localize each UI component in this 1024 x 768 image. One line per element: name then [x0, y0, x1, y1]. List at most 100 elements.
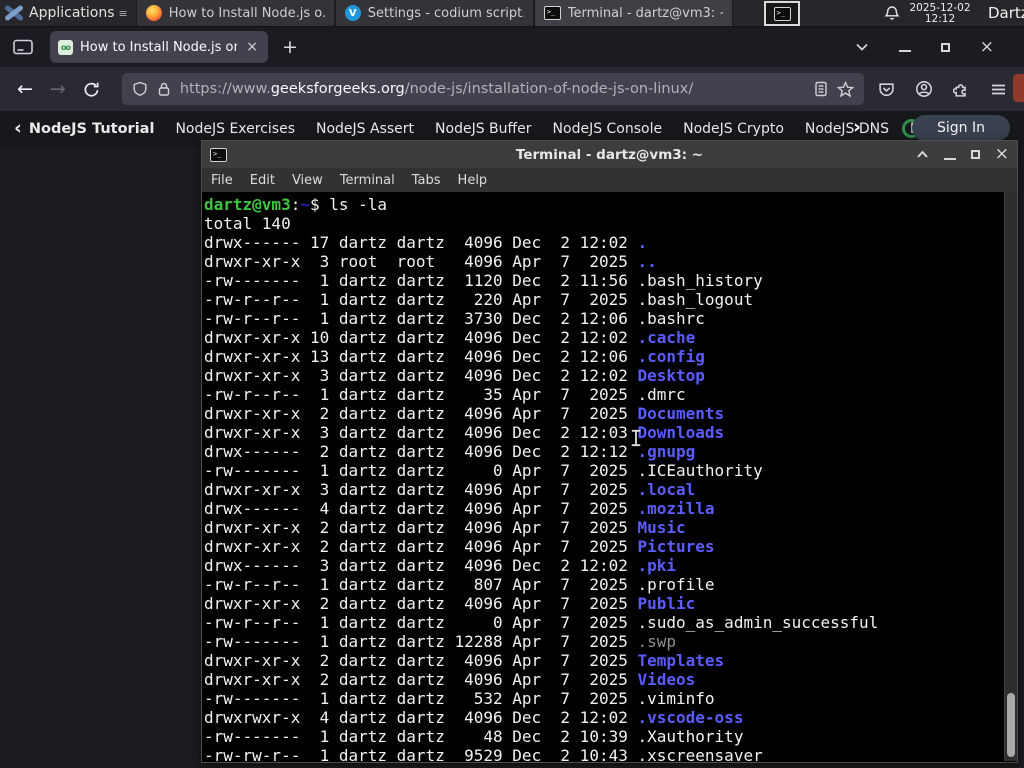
terminal-line: drwxr-xr-x 3 root root 4096 Apr 7 2025 .…: [204, 252, 657, 271]
browser-minimize-button[interactable]: [898, 42, 911, 52]
desktop: Applications ≡ How to Install Node.js o.…: [0, 0, 1024, 768]
terminal-icon: >_: [773, 6, 791, 21]
sign-in-button[interactable]: Sign In: [912, 115, 1010, 141]
terminal-window: >_ Terminal - dartz@vm3: ~ × File Edit V…: [201, 140, 1018, 763]
browser-tab[interactable]: oo How to Install Node.js on ×: [50, 31, 268, 63]
terminal-line: drwxr-xr-x 2 dartz dartz 4096 Apr 7 2025…: [204, 537, 715, 556]
url-scheme: https://www.: [179, 81, 271, 97]
menu-edit[interactable]: Edit: [250, 173, 275, 188]
terminal-launcher[interactable]: >_: [764, 1, 800, 26]
terminal-line: drwxr-xr-x 3 dartz dartz 4096 Apr 7 2025…: [204, 480, 696, 499]
site-link-dns[interactable]: NodeJS DNS: [805, 121, 889, 137]
panel-clock[interactable]: 2025-12-02 12:12: [902, 3, 978, 25]
panel-username[interactable]: Dartz: [988, 4, 1024, 22]
taskbar-button-codium[interactable]: V Settings - codium script...: [334, 0, 534, 26]
reader-mode-icon[interactable]: [814, 81, 828, 97]
terminal-line: -rw-r--r-- 1 dartz dartz 35 Apr 7 2025 .…: [204, 385, 686, 404]
top-panel: Applications ≡ How to Install Node.js o.…: [0, 0, 1024, 27]
menu-view[interactable]: View: [292, 173, 323, 188]
chevron-right-icon[interactable]: ›: [853, 116, 861, 138]
terminal-line: drwxr-xr-x 2 dartz dartz 4096 Apr 7 2025…: [204, 651, 725, 670]
menu-terminal[interactable]: Terminal: [340, 173, 395, 188]
terminal-line: drwxrwxr-x 4 dartz dartz 4096 Dec 2 12:0…: [204, 708, 744, 727]
url-path: /node-js/installation-of-node-js-on-linu…: [404, 81, 694, 97]
terminal-scrollbar-thumb[interactable]: [1007, 693, 1015, 757]
terminal-scrollbar[interactable]: [1004, 192, 1017, 761]
terminal-line: drwxr-xr-x 10 dartz dartz 4096 Dec 2 12:…: [204, 328, 696, 347]
reload-icon[interactable]: [83, 81, 100, 98]
firefox-view-icon[interactable]: [12, 38, 34, 56]
terminal-maximize-button[interactable]: [970, 150, 980, 159]
terminal-line: drwxr-xr-x 2 dartz dartz 4096 Apr 7 2025…: [204, 404, 725, 423]
site-link-exercises[interactable]: NodeJS Exercises: [175, 121, 295, 137]
terminal-line: drwxr-xr-x 3 dartz dartz 4096 Dec 2 12:0…: [204, 366, 705, 385]
url-text: https://www.geeksforgeeks.org/node-js/in…: [180, 81, 805, 97]
xfce-logo-icon: [5, 5, 23, 21]
terminal-icon: >_: [210, 147, 227, 162]
terminal-line: drwxr-xr-x 13 dartz dartz 4096 Dec 2 12:…: [204, 347, 705, 366]
lock-icon[interactable]: [157, 81, 171, 97]
edge-red-indicator: [1013, 74, 1024, 102]
terminal-output[interactable]: dartz@vm3:~$ ls -la total 140 drwx------ 1…: [204, 195, 1002, 761]
pocket-icon[interactable]: [878, 81, 895, 98]
chevron-left-icon: ‹: [14, 117, 22, 139]
tab-title: How to Install Node.js on: [80, 39, 238, 55]
navigation-toolbar: ← → https://www.geeksforgeeks.org/node-j…: [0, 67, 1024, 111]
site-link-buffer[interactable]: NodeJS Buffer: [435, 121, 532, 137]
url-bar[interactable]: https://www.geeksforgeeks.org/node-js/in…: [121, 73, 864, 105]
text-cursor: [630, 429, 642, 447]
terminal-close-button[interactable]: ×: [995, 146, 1009, 163]
codium-icon: V: [344, 5, 361, 21]
site-link-crypto[interactable]: NodeJS Crypto: [683, 121, 784, 137]
terminal-body: dartz@vm3:~$ ls -la total 140 drwx------ 1…: [202, 192, 1017, 761]
terminal-line: -rw------- 1 dartz dartz 1120 Dec 2 11:5…: [204, 271, 763, 290]
browser-maximize-button[interactable]: [940, 42, 950, 52]
back-button[interactable]: ←: [17, 78, 33, 100]
terminal-line: -rw-r--r-- 1 dartz dartz 0 Apr 7 2025 .s…: [204, 613, 879, 632]
clock-time: 12:12: [924, 13, 956, 25]
terminal-menubar: File Edit View Terminal Tabs Help: [202, 168, 1017, 192]
terminal-minimize-button[interactable]: [943, 157, 956, 160]
site-link-assert[interactable]: NodeJS Assert: [316, 121, 414, 137]
notification-bell-icon[interactable]: [884, 5, 900, 21]
geeksforgeeks-favicon: oo: [58, 39, 73, 55]
tab-close-icon[interactable]: ×: [244, 39, 260, 55]
terminal-line: -rw-r--r-- 1 dartz dartz 3730 Dec 2 12:0…: [204, 309, 705, 328]
terminal-line: -rw-r--r-- 1 dartz dartz 220 Apr 7 2025 …: [204, 290, 754, 309]
terminal-line: -rw------- 1 dartz dartz 0 Apr 7 2025 .I…: [204, 461, 763, 480]
terminal-line: -rw------- 1 dartz dartz 48 Dec 2 10:39 …: [204, 727, 744, 746]
applications-menu[interactable]: Applications ≡: [0, 0, 136, 26]
window-taskbar: How to Install Node.js o... V Settings -…: [135, 0, 733, 26]
shield-icon[interactable]: [132, 81, 148, 97]
applications-label: Applications: [29, 5, 115, 21]
terminal-line: drwx------ 4 dartz dartz 4096 Apr 7 2025…: [204, 499, 715, 518]
account-icon[interactable]: [915, 80, 933, 98]
menu-file[interactable]: File: [211, 173, 233, 188]
list-all-tabs-icon[interactable]: [855, 41, 869, 53]
nav-back-link[interactable]: ‹ NodeJS Tutorial: [14, 119, 154, 138]
terminal-titlebar[interactable]: >_ Terminal - dartz@vm3: ~ ×: [202, 141, 1017, 168]
forward-button: →: [49, 78, 66, 100]
terminal-line: -rw-r--r-- 1 dartz dartz 807 Apr 7 2025 …: [204, 575, 715, 594]
terminal-line: drwxr-xr-x 2 dartz dartz 4096 Apr 7 2025…: [204, 518, 686, 537]
bookmark-star-icon[interactable]: [836, 80, 854, 98]
new-tab-button[interactable]: +: [282, 36, 298, 58]
browser-close-button[interactable]: ×: [980, 38, 994, 56]
terminal-line: drwx------ 17 dartz dartz 4096 Dec 2 12:…: [204, 233, 648, 252]
terminal-icon: >_: [543, 6, 561, 20]
extensions-puzzle-icon[interactable]: [952, 81, 970, 98]
tab-bar: oo How to Install Node.js on × + ×: [0, 27, 1024, 67]
terminal-shade-button[interactable]: [916, 150, 929, 159]
terminal-line: drwxr-xr-x 2 dartz dartz 4096 Apr 7 2025…: [204, 594, 696, 613]
menu-tabs[interactable]: Tabs: [412, 173, 441, 188]
menu-lines-icon: ≡: [118, 6, 128, 20]
taskbar-button-firefox[interactable]: How to Install Node.js o...: [135, 0, 335, 26]
site-link-console[interactable]: NodeJS Console: [553, 121, 663, 137]
menu-help[interactable]: Help: [458, 173, 488, 188]
terminal-line: total 140: [204, 214, 291, 233]
url-host: geeksforgeeks.org: [270, 81, 405, 97]
hamburger-menu-icon[interactable]: [990, 82, 1007, 97]
terminal-line: -rw------- 1 dartz dartz 12288 Apr 7 202…: [204, 632, 677, 651]
taskbar-button-terminal[interactable]: >_ Terminal - dartz@vm3: ~: [533, 0, 733, 26]
terminal-line: drwx------ 3 dartz dartz 4096 Dec 2 12:0…: [204, 556, 677, 575]
